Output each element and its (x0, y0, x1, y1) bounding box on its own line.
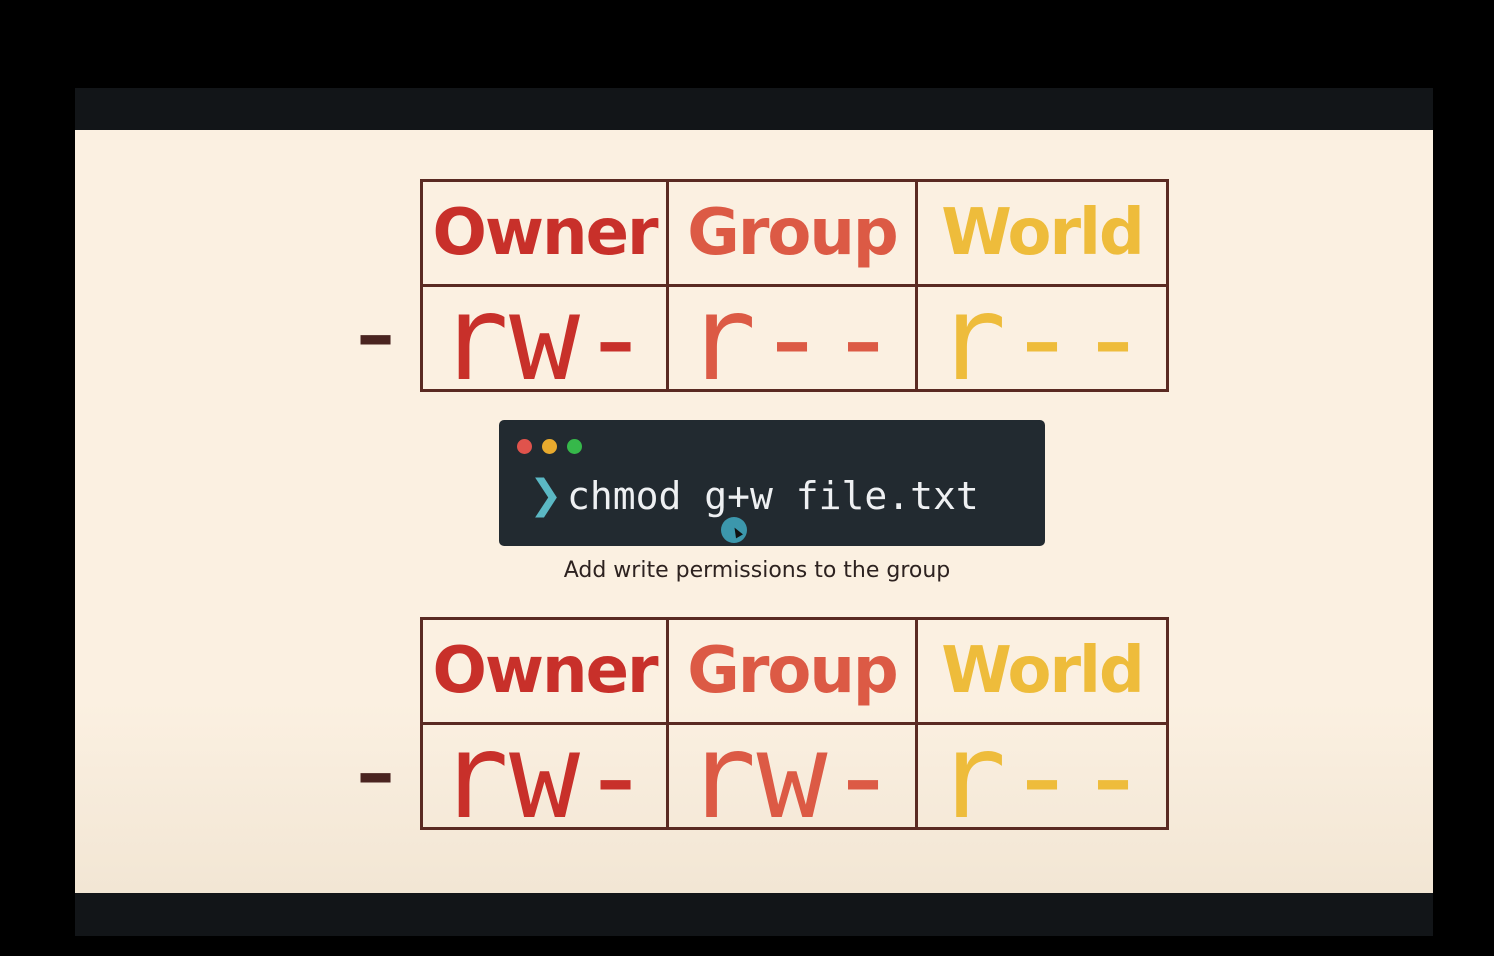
perm-char: r (935, 269, 1007, 407)
perm-char: w (756, 707, 828, 845)
perm-char: - (580, 269, 652, 407)
permissions-table-after: Owner Group World rw- rw- r-- (420, 617, 1169, 835)
perm-char: r (935, 707, 1007, 845)
close-dot-icon (517, 439, 532, 454)
owner-permissions: rw- (423, 279, 666, 397)
minimize-dot-icon (542, 439, 557, 454)
perm-char: - (1006, 269, 1078, 407)
terminal-window: ❯ chmod g+w file.txt (499, 420, 1045, 546)
file-type-char-2: - (340, 700, 412, 838)
perm-char: r (437, 707, 509, 845)
perm-char: r (437, 269, 509, 407)
world-permissions: r-- (918, 717, 1166, 835)
perm-char: - (1077, 707, 1149, 845)
owner-permissions: rw- (423, 717, 666, 835)
perm-char: w (508, 269, 581, 407)
prompt-chevron-icon: ❯ (529, 472, 563, 518)
file-type-char-1: - (340, 262, 412, 400)
perm-char: r (685, 707, 757, 845)
caption: Add write permissions to the group (563, 558, 951, 583)
maximize-dot-icon (567, 439, 582, 454)
perm-char: - (1006, 707, 1078, 845)
perm-char: w (508, 707, 581, 845)
perm-char: - (756, 269, 828, 407)
perm-char: - (580, 707, 652, 845)
group-permissions: r-- (669, 279, 915, 397)
perm-char: - (1077, 269, 1149, 407)
command-text: chmod g+w file.txt (567, 474, 979, 518)
permissions-table-before: Owner Group World rw- r-- r-- (420, 179, 1169, 397)
perm-char: - (827, 269, 899, 407)
perm-char: r (685, 269, 757, 407)
perm-char: - (827, 707, 899, 845)
world-permissions: r-- (918, 279, 1166, 397)
group-permissions: rw- (669, 717, 915, 835)
